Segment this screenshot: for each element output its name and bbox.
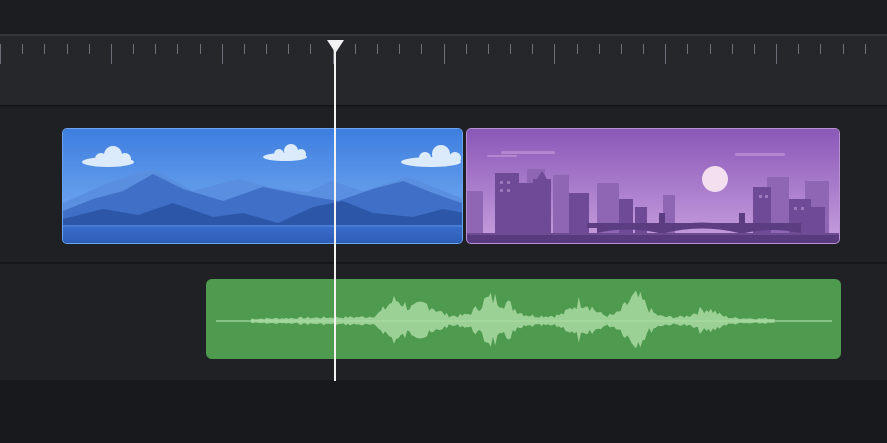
empty-track-area <box>0 380 887 443</box>
playhead-handle-icon[interactable] <box>325 38 346 54</box>
top-bar <box>0 0 887 34</box>
audio-waveform <box>216 290 832 349</box>
mountain-landscape-thumbnail <box>63 129 462 243</box>
timeline-ruler[interactable] <box>0 34 887 106</box>
playhead[interactable] <box>325 38 346 383</box>
ruler-ticks <box>0 44 866 64</box>
audio-clip[interactable] <box>206 279 841 359</box>
playhead-line <box>334 50 336 381</box>
video-clip-mountains[interactable] <box>62 128 463 244</box>
video-clip-city[interactable] <box>466 128 840 244</box>
city-skyline-bridge-thumbnail <box>467 129 839 243</box>
